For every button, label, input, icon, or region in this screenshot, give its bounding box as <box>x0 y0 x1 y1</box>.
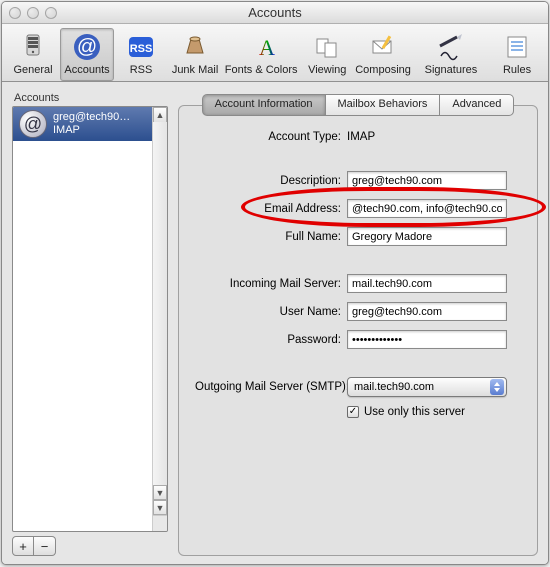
accounts-panel-label: Accounts <box>12 92 168 106</box>
signatures-toolbar-item[interactable]: Signatures <box>412 28 490 81</box>
accounts-list: @ greg@tech90…IMAP ▲ ▼ ▼ <box>12 106 168 532</box>
toolbar-item-label: Junk Mail <box>172 64 218 76</box>
tab-advanced[interactable]: Advanced <box>440 94 514 116</box>
user-name-field[interactable] <box>347 302 507 321</box>
toolbar-item-label: Accounts <box>64 64 109 76</box>
rules-icon <box>501 31 533 63</box>
tab-bar: Account InformationMailbox BehaviorsAdva… <box>202 94 515 116</box>
composing-icon <box>367 31 399 63</box>
account-info-pane: Account Type: IMAP Description: Email Ad… <box>178 105 538 556</box>
accounts-toolbar-item[interactable]: @ Accounts <box>60 28 114 81</box>
account-item-name: greg@tech90… <box>53 111 130 124</box>
toolbar-item-label: Composing <box>355 64 411 76</box>
scroll-down-button[interactable]: ▼ <box>153 485 167 500</box>
minimize-window-button[interactable] <box>27 7 39 19</box>
svg-text:RSS: RSS <box>130 43 153 55</box>
full-name-field[interactable] <box>347 227 507 246</box>
window-title: Accounts <box>2 5 548 20</box>
svg-text:A: A <box>259 35 275 60</box>
viewing-icon <box>311 31 343 63</box>
junk-icon <box>179 31 211 63</box>
use-only-server-label: Use only this server <box>364 406 465 418</box>
smtp-server-select[interactable]: mail.tech90.com <box>347 377 507 397</box>
svg-text:@: @ <box>77 36 97 58</box>
account-type-value: IMAP <box>347 131 521 143</box>
description-field[interactable] <box>347 171 507 190</box>
scroll-down-button-2[interactable]: ▼ <box>153 500 167 515</box>
description-label: Description: <box>195 175 347 187</box>
full-name-label: Full Name: <box>195 231 347 243</box>
fonts-icon: A <box>245 31 277 63</box>
password-label: Password: <box>195 334 347 346</box>
rules-toolbar-item[interactable]: Rules <box>490 28 544 81</box>
add-account-button[interactable]: + <box>12 536 34 556</box>
general-toolbar-item[interactable]: General <box>6 28 60 81</box>
zoom-window-button[interactable] <box>45 7 57 19</box>
smtp-server-value: mail.tech90.com <box>354 381 434 393</box>
incoming-server-field[interactable] <box>347 274 507 293</box>
password-field[interactable] <box>347 330 507 349</box>
rss-toolbar-item[interactable]: RSS RSS <box>114 28 168 81</box>
account-type-label: Account Type: <box>195 131 347 143</box>
signatures-icon <box>435 31 467 63</box>
composing-toolbar-item[interactable]: Composing <box>354 28 412 81</box>
account-item-type: IMAP <box>53 124 130 137</box>
user-name-label: User Name: <box>195 306 347 318</box>
rss-icon: RSS <box>125 31 157 63</box>
scroll-track[interactable] <box>153 122 167 485</box>
remove-account-button[interactable]: − <box>34 536 56 556</box>
general-icon <box>17 31 49 63</box>
at-icon: @ <box>71 31 103 63</box>
toolbar: General @ Accounts RSS RSS Junk Mail A Fonts & … <box>2 24 548 82</box>
junk-toolbar-item[interactable]: Junk Mail <box>168 28 222 81</box>
toolbar-item-label: Fonts & Colors <box>225 64 298 76</box>
toolbar-item-label: General <box>13 64 52 76</box>
titlebar: Accounts <box>2 2 548 24</box>
scroll-corner <box>152 515 167 531</box>
toolbar-item-label: Rules <box>503 64 531 76</box>
scrollbar[interactable]: ▲ ▼ ▼ <box>152 107 167 515</box>
close-window-button[interactable] <box>9 7 21 19</box>
email-address-field[interactable] <box>347 199 507 218</box>
incoming-server-label: Incoming Mail Server: <box>195 278 347 290</box>
at-icon: @ <box>19 110 47 138</box>
fonts-toolbar-item[interactable]: A Fonts & Colors <box>222 28 300 81</box>
add-remove-bar: + − <box>12 536 168 556</box>
use-only-server-checkbox[interactable]: ✓ <box>347 406 359 418</box>
tab-mailbox-behaviors[interactable]: Mailbox Behaviors <box>326 94 441 116</box>
toolbar-item-label: Viewing <box>308 64 346 76</box>
chevron-updown-icon <box>490 379 504 395</box>
smtp-label: Outgoing Mail Server (SMTP): <box>195 381 347 393</box>
tab-account-information[interactable]: Account Information <box>202 94 326 116</box>
scroll-up-button[interactable]: ▲ <box>153 107 167 122</box>
toolbar-item-label: Signatures <box>425 64 478 76</box>
email-address-label: Email Address: <box>195 203 347 215</box>
toolbar-item-label: RSS <box>130 64 153 76</box>
account-list-item[interactable]: @ greg@tech90…IMAP <box>13 107 167 141</box>
viewing-toolbar-item[interactable]: Viewing <box>300 28 354 81</box>
